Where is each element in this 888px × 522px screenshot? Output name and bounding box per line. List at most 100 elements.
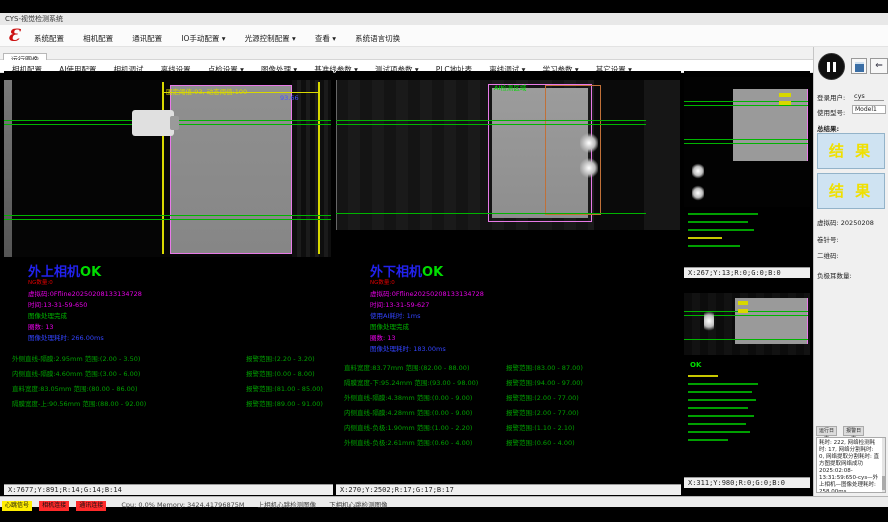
camera-image-upper-outer[interactable]: 固定阈值:93, 动态阈值:100 93.66 [4,80,331,257]
mini-log-line [688,407,748,409]
connector-tip [170,116,179,130]
heartbeat-badge: 心跳信号 [2,501,32,511]
virtual-code-label: 虚拟码: [817,219,839,227]
needle-id-label: 卷针号: [817,234,839,244]
tab-run-log[interactable]: 运行日志 [816,426,837,436]
alarm-range: 报警范围:(2.00 - 77.00) [506,391,579,406]
log-title-row: 外上相机OK [28,261,327,280]
result-box-lower: 结 果 [817,173,885,209]
process-done-line: 图像处理完成 [28,311,327,322]
mini-log-line [688,439,728,441]
log-output-text: 耗时: 222, 网络检测耗时: 17, 网络分割耗时: 0, 网络提取分割耗时… [819,440,879,493]
camera-image-small-top[interactable] [684,77,810,207]
measure-line-vertical-left [162,82,164,254]
result-box-upper: 结 果 [817,133,885,169]
measurement-row: 隔膜宽度-下:95.24mm 范围:(93.00 - 98.00)报警范围:(9… [344,376,674,391]
camera-image-lower-outer[interactable]: AI检测区域 [336,80,680,230]
connector-part [132,110,174,136]
mini-log-line [688,423,746,425]
tab-alarm-log[interactable]: 报警日志 [843,426,864,436]
image-background-stripes [292,80,331,257]
measurement-row: 内侧直线-隔膜:4.60mm 范围:(3.00 - 6.00)报警范围:(0.0… [12,367,327,382]
measurement-row: 隔膜宽度-上:90.56mm 范围:(88.00 - 92.00)报警范围:(8… [12,397,327,412]
width-overlay-value: 93.66 [280,94,299,102]
menu-bar: Ɛ 系统配置 相机配置 通讯配置 IO手动配置 ▾ 光源控制配置 ▾ 查看 ▾ … [0,25,888,47]
measure-value: 隔膜宽度-上:90.56mm 范围:(88.00 - 92.00) [12,397,246,412]
mini-log-line [688,383,758,385]
tab-glow-spot [692,185,704,201]
app-logo-icon: Ɛ [3,26,25,46]
cursor-readout-small-bottom: X:311;Y:980;R:0;G:0;B:0 [684,477,810,488]
camera-icon [855,62,864,72]
baseline-2 [336,124,646,125]
window-titlebar: CYS-视觉检测系统 [0,13,888,25]
login-user-value[interactable]: cys [854,92,884,101]
model-input[interactable]: Model1 [852,105,886,114]
log-output-box[interactable]: 耗时: 222, 网络检测耗时: 17, 网络分割耗时: 0, 网络提取分割耗时… [816,437,886,493]
elapsed-line: 图像处理耗时: 183.00ms [370,344,674,355]
time-line: 时间:13-31-59-627 [370,300,674,311]
measurement-row: 直料宽度:83.05mm 范围:(80.00 - 86.00)报警范围:(81.… [12,382,327,397]
window-title: CYS-视觉检测系统 [5,15,63,23]
result-ok-label: OK [422,265,443,280]
camera-image-small-bottom[interactable] [684,293,810,355]
measurement-list: 外侧直线-隔膜:2.95mm 范围:(2.00 - 3.50)报警范围:(2.2… [12,352,327,412]
baseline-2 [684,315,808,316]
measure-value: 直料宽度:83.05mm 范围:(80.00 - 86.00) [12,382,246,397]
ai-elapsed-line: 使用AI耗时: 1ms [370,311,674,322]
camera-view-small-top[interactable]: X:267;Y:13;R:0;G:0;B:0 [684,71,810,278]
menu-items: 系统配置 相机配置 通讯配置 IO手动配置 ▾ 光源控制配置 ▾ 查看 ▾ 系统… [27,25,407,47]
measurement-row: 外侧直线-隔膜:4.38mm 范围:(0.00 - 9.00)报警范围:(2.0… [344,391,674,406]
tab-glow-spot [580,133,598,153]
arrow-left-icon: ⇐ [875,61,883,71]
tab-glow-spot [692,163,704,179]
overlay-value-chip [779,93,791,97]
mini-log-line [688,237,722,239]
comm-connection-badge: 通讯连接 [76,501,106,511]
alarm-range: 报警范围:(83.00 - 87.00) [506,361,583,376]
alarm-range: 报警范围:(2.00 - 77.00) [506,406,579,421]
image-edge-line [336,80,337,230]
measure-line-vertical-right [318,82,320,254]
export-button[interactable]: ⇐ [870,58,888,74]
camera-view-small-bottom[interactable]: OK X:311;Y:980;R:0;G:0;B:0 [684,281,810,488]
screen: { "window": { "title": "CYS-视觉检测系统" }, "… [0,0,888,522]
measurement-row: 外侧直线-负极:2.61mm 范围:(0.60 - 4.00)报警范围:(0.6… [344,436,674,451]
login-user-label: 登录用户: [817,92,845,102]
baseline-3 [336,213,646,214]
virtual-code-line: 虚拟码:0Ffline20250208133134728 [28,289,327,300]
alarm-range: 报警范围:(81.00 - 85.00) [246,382,323,397]
baseline-2 [684,105,808,106]
ng-count-line: NG数量:0 [370,280,674,286]
log-scrollbar-thumb[interactable] [882,476,885,490]
virtual-code-value: 20250208 [841,219,874,227]
overlay-value-chip [738,301,748,305]
electrode-region [170,85,292,254]
mini-log-line [688,399,756,401]
camera-view-upper-outer[interactable]: 固定阈值:93, 动态阈值:100 93.66 外上相机OK NG数量:0 虚拟… [4,71,333,495]
electrode-region [733,89,808,161]
pause-button[interactable] [818,53,845,80]
negative-tab-count-label: 负极耳数量: [817,270,852,280]
log-scrollbar[interactable] [882,438,885,492]
virtual-code-row: 虚拟码: 20250208 [817,217,874,227]
image-dark-block [594,80,644,230]
capture-button[interactable] [851,58,867,74]
result-log-upper-outer: 外上相机OK NG数量:0 虚拟码:0Ffline202502081331347… [12,261,327,412]
measurement-row: 内侧直线-隔膜:4.28mm 范围:(0.00 - 9.00)报警范围:(2.0… [344,406,674,421]
baseline-3 [4,215,331,216]
mini-log-small-bottom [688,375,788,447]
camera-name-label: 外上相机 [28,265,80,280]
status-bar: 心跳信号 相机连接 通讯连接 Cpu: 0.0% Memory: 3424.41… [0,496,888,507]
overlay-value-chip [738,309,748,313]
mini-log-line [688,229,754,231]
baseline-4 [684,143,808,144]
camera-connection-badge: 相机连接 [39,501,69,511]
camera-view-lower-outer[interactable]: AI检测区域 外下相机OK NG数量:0 虚拟码:0Ffline20250208… [336,71,681,495]
baseline-3 [684,139,808,140]
mini-ok-label: OK [690,361,701,369]
log-title-row: 外下相机OK [370,261,674,280]
pause-icon [833,62,836,72]
ng-count-line: NG数量:0 [28,280,327,286]
elapsed-line: 图像处理耗时: 266.00ms [28,333,327,344]
